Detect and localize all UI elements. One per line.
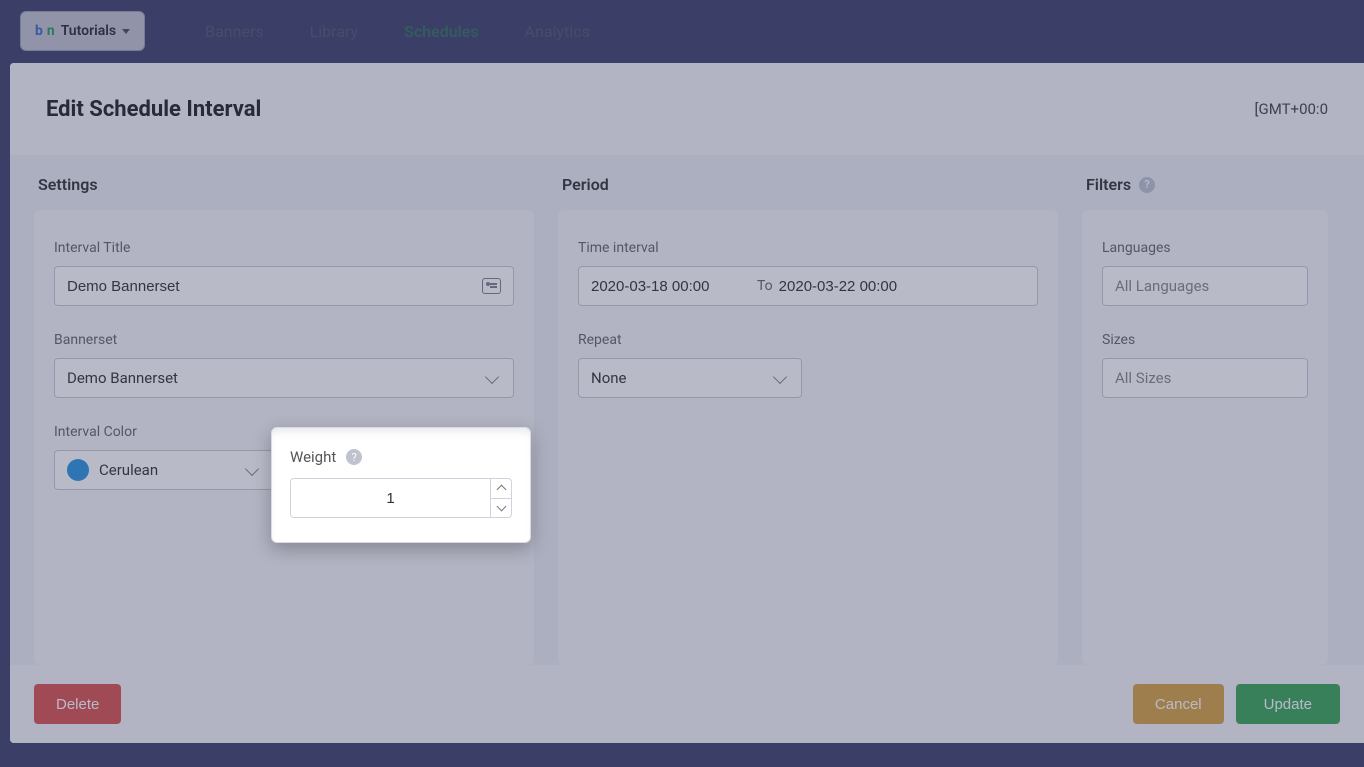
id-card-icon [482,278,501,294]
interval-color-label: Interval Color [54,424,274,440]
settings-heading: Settings [38,175,534,194]
nav-banners[interactable]: Banners [205,22,264,41]
period-panel: Time interval To Repeat None [558,210,1058,665]
field-interval-color: Interval Color Cerulean [54,424,274,490]
languages-label: Languages [1102,240,1308,256]
chevron-down-icon [496,501,506,511]
chevron-down-icon [773,369,787,383]
sizes-select[interactable]: All Sizes [1102,358,1308,398]
sizes-label: Sizes [1102,332,1308,348]
section-settings: Settings Interval Title Bannerset Demo B… [34,175,534,665]
help-icon[interactable]: ? [346,449,362,465]
repeat-value: None [591,369,627,387]
workspace-switcher[interactable]: b n Tutorials [20,11,145,51]
weight-increase[interactable] [491,479,511,499]
delete-button[interactable]: Delete [34,684,121,724]
color-swatch [67,459,89,481]
filters-panel: Languages All Languages Sizes All Sizes [1082,210,1328,665]
chevron-up-icon [496,485,506,495]
edit-schedule-modal: Edit Schedule Interval [GMT+00:0 Setting… [10,63,1364,743]
time-from-input[interactable] [591,278,751,295]
nav-schedules[interactable]: Schedules [404,22,479,41]
update-button[interactable]: Update [1236,684,1340,724]
time-interval-range[interactable]: To [578,266,1038,306]
time-interval-label: Time interval [578,240,1038,256]
time-to-label: To [757,278,773,294]
caret-down-icon [122,29,130,34]
weight-stepper [290,478,512,518]
nav-items: Banners Library Schedules Analytics [205,22,590,41]
languages-placeholder: All Languages [1115,277,1209,295]
nav-analytics[interactable]: Analytics [525,22,590,41]
weight-highlight-card: Weight ? [271,427,531,543]
brand-n: n [47,23,55,39]
modal-body: Settings Interval Title Bannerset Demo B… [10,155,1364,665]
modal-header: Edit Schedule Interval [GMT+00:0 [10,63,1364,155]
top-nav: b n Tutorials Banners Library Schedules … [0,0,1364,62]
field-bannerset: Bannerset Demo Bannerset [54,332,514,398]
filters-heading: Filters ? [1086,175,1328,194]
modal-title: Edit Schedule Interval [46,97,261,122]
brand-b: b [35,23,43,39]
cancel-button[interactable]: Cancel [1133,684,1224,724]
help-icon[interactable]: ? [1139,177,1155,193]
repeat-select[interactable]: None [578,358,802,398]
interval-color-value: Cerulean [99,461,158,479]
bannerset-value: Demo Bannerset [67,369,178,387]
sizes-placeholder: All Sizes [1115,369,1171,387]
filters-heading-text: Filters [1086,175,1131,194]
weight-decrease[interactable] [491,499,511,518]
interval-color-select[interactable]: Cerulean [54,450,274,490]
field-repeat: Repeat None [578,332,1038,398]
languages-select[interactable]: All Languages [1102,266,1308,306]
modal-footer: Delete Cancel Update [10,665,1364,743]
nav-library[interactable]: Library [310,22,358,41]
workspace-label: Tutorials [61,23,116,39]
field-sizes: Sizes All Sizes [1102,332,1308,398]
interval-title-input-wrap [54,266,514,306]
section-period: Period Time interval To Repeat None [558,175,1058,665]
bannerset-select[interactable]: Demo Bannerset [54,358,514,398]
interval-title-input[interactable] [67,278,482,295]
bannerset-label: Bannerset [54,332,514,348]
weight-arrows [490,479,511,517]
weight-label: Weight [290,448,336,466]
field-time-interval: Time interval To [578,240,1038,306]
time-to-input[interactable] [779,278,939,295]
section-filters: Filters ? Languages All Languages Sizes … [1082,175,1328,665]
field-languages: Languages All Languages [1102,240,1308,306]
chevron-down-icon [485,369,499,383]
chevron-down-icon [245,461,259,475]
timezone-label: [GMT+00:0 [1255,100,1328,118]
period-heading: Period [562,175,1058,194]
field-interval-title: Interval Title [54,240,514,306]
repeat-label: Repeat [578,332,1038,348]
weight-input[interactable] [291,479,490,517]
interval-title-label: Interval Title [54,240,514,256]
